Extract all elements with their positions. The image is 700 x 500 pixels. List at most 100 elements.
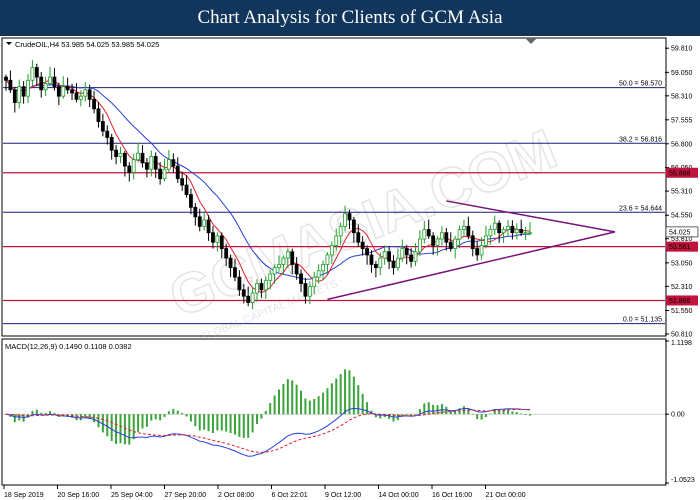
macd-histogram-bar	[185, 414, 188, 417]
candle-body	[444, 232, 449, 243]
candle-body	[479, 245, 484, 256]
x-tick-label: 16 Oct 16:00	[432, 492, 472, 499]
candle-body	[413, 251, 418, 262]
candle-body	[100, 121, 105, 132]
candle-body	[343, 213, 347, 227]
y-tick-label: 56.800	[671, 141, 693, 148]
candle-body	[484, 235, 488, 246]
candle-body	[193, 206, 198, 218]
current-price-label: 54.025	[669, 229, 691, 236]
candle-body	[312, 276, 317, 288]
macd-histogram-bar	[414, 414, 417, 416]
candle-body	[431, 235, 436, 246]
macd-histogram-bar	[348, 370, 351, 415]
candle-body	[268, 273, 273, 281]
macd-histogram-bar	[317, 396, 320, 415]
x-tick-label: 21 Oct 00:00	[486, 492, 526, 499]
candle-body	[96, 108, 101, 122]
candle-body	[233, 267, 237, 278]
macd-histogram-bar	[141, 414, 144, 429]
y-tick-label: 51.550	[671, 308, 693, 315]
candle-body	[347, 213, 352, 221]
macd-histogram-bar	[344, 369, 347, 415]
macd-histogram-bar	[260, 414, 263, 419]
candle-body	[422, 229, 427, 240]
macd-histogram-bar	[203, 414, 206, 430]
main-chart-title: CrudeOIL,H4 53.985 54.025 53.985 54.025	[15, 40, 159, 49]
candle-body	[78, 95, 83, 100]
candle-body	[462, 225, 466, 230]
candle-body	[219, 235, 224, 249]
macd-histogram-bar	[335, 378, 338, 415]
macd-histogram-bar	[529, 414, 531, 416]
candle-body	[506, 225, 510, 230]
candle-body	[294, 264, 299, 275]
macd-histogram-bar	[489, 413, 492, 415]
candle-body	[382, 251, 387, 259]
macd-histogram-bar	[181, 412, 184, 415]
candle-body	[281, 257, 286, 265]
candle-body	[61, 86, 66, 97]
macd-histogram-bar	[304, 398, 307, 415]
macd-histogram-bar	[326, 388, 329, 415]
candle-body	[501, 229, 506, 234]
macd-histogram-bar	[110, 414, 113, 441]
candle-body	[303, 283, 308, 297]
candle-body	[215, 235, 220, 243]
candle-body	[105, 130, 110, 138]
macd-histogram-bar	[498, 410, 501, 415]
candle-body	[43, 83, 48, 91]
macd-histogram-bar	[480, 414, 483, 420]
candle-body	[457, 229, 462, 240]
candle-body	[360, 241, 365, 249]
candle-body	[65, 86, 70, 91]
candle-body	[206, 219, 211, 234]
candle-body	[109, 137, 114, 151]
candle-body	[334, 235, 339, 246]
macd-histogram-bar	[207, 414, 210, 432]
y-tick-label: 54.550	[671, 213, 693, 220]
candle-body	[92, 98, 96, 110]
x-tick-label: 9 Oct 12:00	[325, 492, 361, 499]
macd-y-tick-label: 0.00	[671, 412, 685, 419]
macd-histogram-bar	[515, 411, 518, 415]
macd-histogram-bar	[476, 414, 479, 420]
candle-body	[17, 86, 22, 103]
macd-histogram-bar	[269, 403, 272, 415]
x-tick-label: 6 Oct 22:01	[272, 492, 308, 499]
candle-body	[321, 264, 325, 272]
candle-body	[519, 229, 524, 234]
candle-body	[418, 238, 422, 253]
macd-histogram-bar	[163, 414, 166, 417]
macd-histogram-bar	[295, 384, 298, 415]
candle-body	[325, 254, 330, 265]
macd-histogram-bar	[432, 404, 435, 415]
candle-body	[255, 283, 259, 294]
candle-body	[30, 67, 35, 81]
macd-y-tick-label: 1.1198	[671, 340, 692, 347]
candle-body	[241, 289, 246, 297]
macd-histogram-bar	[79, 414, 82, 421]
macd-histogram-bar	[282, 383, 285, 415]
macd-chart-title: MACD(12,26,9) 0.1490 0.1108 0.0382	[5, 342, 132, 351]
x-tick-label: 25 Sep 04:00	[111, 492, 153, 499]
candle-body	[514, 229, 519, 234]
macd-histogram-bar	[238, 414, 241, 437]
candle-body	[488, 229, 493, 237]
candle-body	[87, 89, 92, 100]
candle-body	[149, 156, 154, 170]
macd-histogram-bar	[123, 414, 126, 445]
macd-histogram-bar	[366, 402, 369, 415]
candle-body	[470, 235, 475, 249]
candle-body	[189, 194, 193, 208]
candle-body	[523, 232, 528, 235]
macd-histogram-bar	[53, 412, 56, 415]
candle-body	[118, 152, 123, 157]
candle-body	[395, 257, 400, 269]
macd-histogram-bar	[106, 414, 109, 437]
candle-body	[475, 248, 480, 256]
macd-histogram-bar	[31, 410, 34, 415]
candle-body	[453, 238, 458, 249]
candle-body	[492, 222, 497, 230]
candle-body	[299, 273, 303, 284]
